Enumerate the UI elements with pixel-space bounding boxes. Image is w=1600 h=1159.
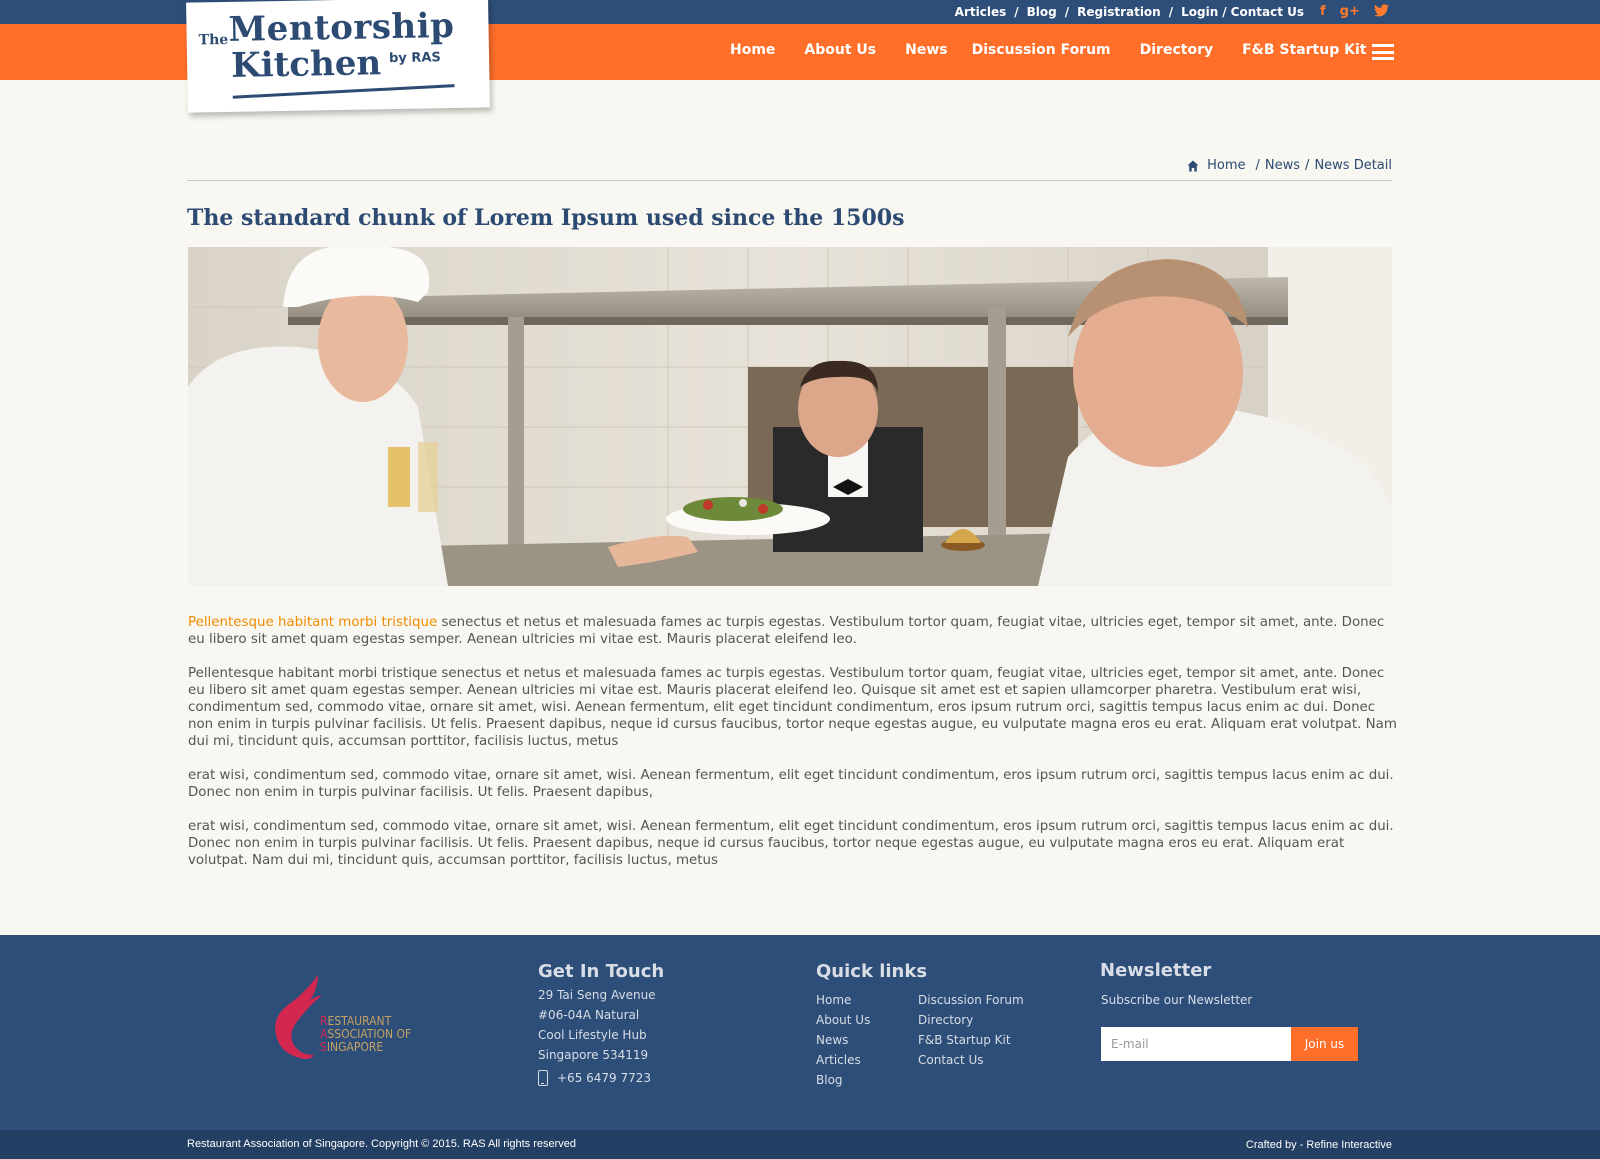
footer-contact-heading: Get In Touch	[538, 961, 665, 982]
ras-logo[interactable]: RESTAURANT ASSOCIATION OF SINGAPORE	[270, 975, 420, 1065]
home-icon	[1187, 160, 1199, 171]
address-line: Cool Lifestyle Hub	[538, 1028, 647, 1042]
breadcrumb: Home / News / News Detail	[1187, 158, 1392, 173]
crafted-by-link[interactable]: Crafted by - Refine Interactive	[1246, 1139, 1392, 1151]
nav-discussion-forum[interactable]: Discussion Forum	[972, 42, 1111, 58]
footer-link-articles[interactable]: Articles	[816, 1050, 870, 1070]
separator: /	[1255, 158, 1260, 173]
social-links: f g+	[1320, 4, 1389, 22]
main-nav: Home About Us News Discussion Forum Dire…	[730, 42, 1395, 58]
twitter-icon[interactable]	[1373, 4, 1389, 22]
article-body: Pellentesque habitant morbi tristique se…	[188, 614, 1398, 886]
footer-quicklinks-col1: Home About Us News Articles Blog	[816, 990, 870, 1090]
top-link-blog[interactable]: Blog	[1027, 5, 1057, 19]
footer-link-discussion-forum[interactable]: Discussion Forum	[918, 990, 1024, 1010]
top-link-contact-us[interactable]: Contact Us	[1231, 5, 1304, 19]
nav-home[interactable]: Home	[730, 42, 775, 58]
breadcrumb-news[interactable]: News	[1265, 158, 1300, 173]
ras-logo-text: RESTAURANT ASSOCIATION OF SINGAPORE	[320, 1014, 412, 1054]
footer-address: 29 Tai Seng Avenue #06-04A Natural Cool …	[538, 985, 656, 1065]
logo-the: The	[198, 31, 229, 49]
footer-link-news[interactable]: News	[816, 1030, 870, 1050]
newsletter-subtitle: Subscribe our Newsletter	[1101, 993, 1253, 1007]
top-links: Articles / Blog / Registration / Login /…	[955, 5, 1304, 19]
hamburger-menu-icon[interactable]	[1372, 44, 1394, 60]
top-link-login[interactable]: Login	[1181, 5, 1218, 19]
article-hero-image	[188, 247, 1392, 586]
phone-number: +65 6479 7723	[557, 1071, 652, 1085]
nav-fb-startup-kit[interactable]: F&B Startup Kit	[1242, 42, 1366, 58]
article-paragraph-2: Pellentesque habitant morbi tristique se…	[188, 666, 1397, 749]
bottom-bar: Restaurant Association of Singapore. Cop…	[0, 1130, 1600, 1159]
top-link-registration[interactable]: Registration	[1077, 5, 1161, 19]
newsletter-email-input[interactable]	[1101, 1027, 1291, 1061]
footer-quicklinks-col2: Discussion Forum Directory F&B Startup K…	[918, 990, 1024, 1070]
site-logo[interactable]: The Mentorship Kitchen by RAS	[186, 0, 490, 113]
article-paragraph-1: Pellentesque habitant morbi tristique se…	[188, 614, 1398, 648]
top-link-articles[interactable]: Articles	[955, 5, 1007, 19]
logo-by-ras: by RAS	[388, 50, 441, 67]
article-paragraph-4: erat wisi, condimentum sed, commodo vita…	[188, 819, 1394, 868]
separator: /	[1222, 5, 1227, 19]
newsletter-join-button[interactable]: Join us	[1291, 1027, 1358, 1061]
article-paragraph-3: erat wisi, condimentum sed, commodo vita…	[188, 768, 1394, 800]
article-lead-link[interactable]: Pellentesque habitant morbi tristique	[188, 615, 437, 630]
separator: /	[1168, 5, 1174, 19]
footer-link-fb-startup-kit[interactable]: F&B Startup Kit	[918, 1030, 1024, 1050]
nav-about-us[interactable]: About Us	[804, 42, 876, 58]
nav-directory[interactable]: Directory	[1140, 42, 1213, 58]
breadcrumb-divider	[187, 180, 1392, 181]
facebook-icon[interactable]: f	[1320, 4, 1326, 22]
logo-underline	[232, 84, 455, 99]
breadcrumb-home[interactable]: Home	[1207, 158, 1245, 173]
mobile-phone-icon	[538, 1070, 548, 1086]
separator: /	[1064, 5, 1070, 19]
footer-newsletter-heading: Newsletter	[1100, 960, 1212, 981]
footer-phone[interactable]: +65 6479 7723	[538, 1070, 651, 1086]
footer-link-home[interactable]: Home	[816, 990, 870, 1010]
footer-link-directory[interactable]: Directory	[918, 1010, 1024, 1030]
footer-link-contact-us[interactable]: Contact Us	[918, 1050, 1024, 1070]
separator: /	[1305, 158, 1310, 173]
copyright-text: Restaurant Association of Singapore. Cop…	[187, 1138, 577, 1150]
site-footer: RESTAURANT ASSOCIATION OF SINGAPORE Get …	[0, 935, 1600, 1130]
address-line: Singapore 534119	[538, 1048, 649, 1062]
address-line: 29 Tai Seng Avenue	[538, 988, 656, 1002]
footer-quicklinks-heading: Quick links	[816, 961, 928, 982]
logo-kitchen: Kitchen	[230, 43, 382, 86]
address-line: #06-04A Natural	[538, 1008, 640, 1022]
nav-news[interactable]: News	[905, 42, 947, 58]
separator: /	[1014, 5, 1019, 19]
footer-link-blog[interactable]: Blog	[816, 1070, 870, 1090]
footer-link-about-us[interactable]: About Us	[816, 1010, 870, 1030]
article-title: The standard chunk of Lorem Ipsum used s…	[187, 205, 905, 231]
breadcrumb-current: News Detail	[1314, 158, 1392, 173]
google-plus-icon[interactable]: g+	[1340, 4, 1360, 22]
